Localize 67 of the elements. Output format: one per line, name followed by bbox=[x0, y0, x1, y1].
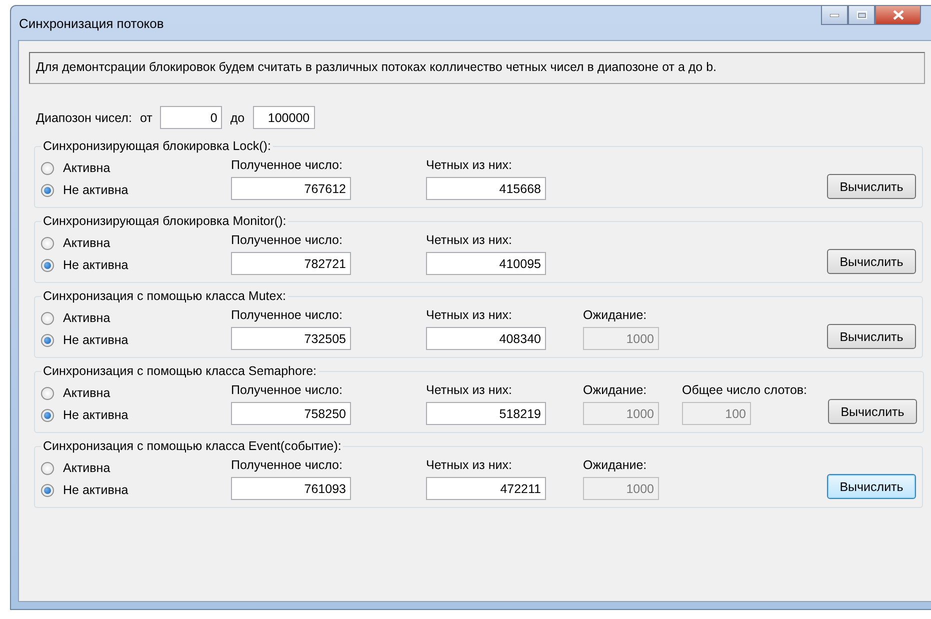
maximize-icon bbox=[856, 11, 866, 19]
radio-button[interactable] bbox=[41, 484, 54, 496]
number-field[interactable]: 518219 bbox=[426, 402, 546, 425]
field-label: Четных из них: bbox=[426, 233, 513, 247]
number-field[interactable]: 472211 bbox=[426, 477, 546, 500]
radio-button[interactable] bbox=[41, 408, 54, 422]
to-label: до bbox=[230, 110, 245, 124]
group-title: Синхронизация с помощью класса Mutex: bbox=[42, 289, 287, 303]
field-label: Полученное число: bbox=[231, 308, 344, 322]
radio-label[interactable]: Не активна bbox=[63, 408, 128, 422]
group-title: Синхронизирующая блокировка Lock(): bbox=[42, 139, 272, 153]
radio-label[interactable]: Активна bbox=[63, 461, 110, 475]
group-title: Синхронизация с помощью класса Semaphore: bbox=[42, 364, 318, 378]
radio-label[interactable]: Не активна bbox=[63, 483, 128, 497]
field-label: Полученное число: bbox=[231, 458, 344, 472]
radio-button[interactable] bbox=[41, 386, 54, 400]
window-title: Синхронизация потоков bbox=[19, 16, 164, 30]
number-field[interactable]: 732505 bbox=[231, 327, 351, 350]
compute-button[interactable]: Вычислить bbox=[827, 249, 916, 274]
number-field[interactable]: 408340 bbox=[426, 327, 546, 350]
range-label: Диапозон чисел: bbox=[36, 110, 132, 124]
field-label: Полученное число: bbox=[231, 158, 344, 172]
radio-button[interactable] bbox=[41, 462, 54, 474]
radio-label[interactable]: Не активна bbox=[63, 183, 128, 197]
number-field[interactable]: 767612 bbox=[231, 177, 351, 200]
radio-label[interactable]: Не активна bbox=[63, 258, 128, 272]
field-label: Общее число слотов: bbox=[682, 383, 808, 397]
number-field[interactable]: 758250 bbox=[231, 402, 351, 425]
number-field[interactable]: 782721 bbox=[231, 252, 351, 275]
radio-button[interactable] bbox=[41, 258, 54, 272]
minimize-icon bbox=[830, 14, 839, 16]
group-title: Синхронизация с помощью класса Event(событие): bbox=[42, 439, 342, 453]
radio-label[interactable]: Активна bbox=[63, 386, 110, 400]
field-label: Ожидание: bbox=[583, 308, 648, 322]
compute-button[interactable]: Вычислить bbox=[827, 174, 916, 199]
number-field[interactable]: 761093 bbox=[231, 477, 351, 500]
radio-button[interactable] bbox=[41, 184, 54, 196]
field-label: Четных из них: bbox=[426, 383, 513, 397]
compute-button[interactable]: Вычислить bbox=[827, 324, 916, 349]
from-label: от bbox=[140, 110, 152, 124]
field-label: Ожидание: bbox=[583, 383, 648, 397]
field-label: Четных из них: bbox=[426, 308, 513, 322]
radio-label[interactable]: Активна bbox=[63, 311, 110, 325]
radio-label[interactable]: Не активна bbox=[63, 333, 128, 347]
to-field[interactable]: 100000 bbox=[252, 106, 315, 129]
description-text: Для демонтсрации блокировок будем считать в различных потоках колличество четных чисел в диапозоне от a до b. bbox=[29, 52, 925, 84]
field-label: Полученное число: bbox=[231, 383, 344, 397]
minimize-button[interactable] bbox=[821, 6, 848, 25]
field-label: Полученное число: bbox=[231, 233, 344, 247]
field-label: Четных из них: bbox=[426, 458, 513, 472]
field-label: Ожидание: bbox=[583, 458, 648, 472]
maximize-button[interactable] bbox=[848, 6, 875, 25]
field-label: Четных из них: bbox=[426, 158, 513, 172]
radio-label[interactable]: Активна bbox=[63, 236, 110, 250]
number-field[interactable]: 410095 bbox=[426, 252, 546, 275]
from-field[interactable]: 0 bbox=[160, 106, 222, 129]
radio-button[interactable] bbox=[41, 162, 54, 174]
group-title: Синхронизирующая блокировка Monitor(): bbox=[42, 214, 288, 228]
radio-button[interactable] bbox=[41, 312, 54, 324]
radio-button[interactable] bbox=[41, 334, 54, 346]
close-button[interactable] bbox=[875, 6, 921, 25]
compute-button[interactable]: Вычислить bbox=[827, 474, 916, 499]
radio-button[interactable] bbox=[41, 236, 54, 250]
close-icon bbox=[892, 10, 904, 20]
number-field[interactable]: 415668 bbox=[426, 177, 546, 200]
compute-button[interactable]: Вычислить bbox=[828, 399, 917, 424]
radio-label[interactable]: Активна bbox=[63, 161, 110, 175]
